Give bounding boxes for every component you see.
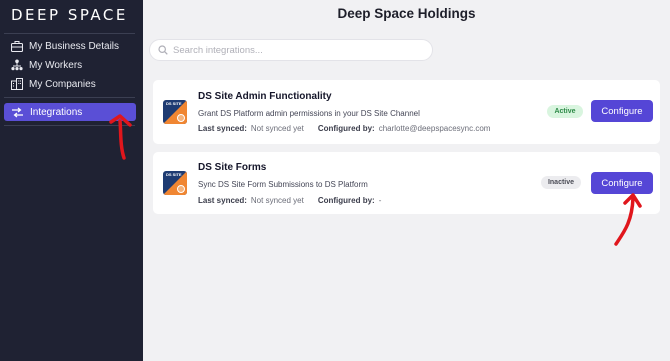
annotation-arrows bbox=[109, 114, 642, 246]
